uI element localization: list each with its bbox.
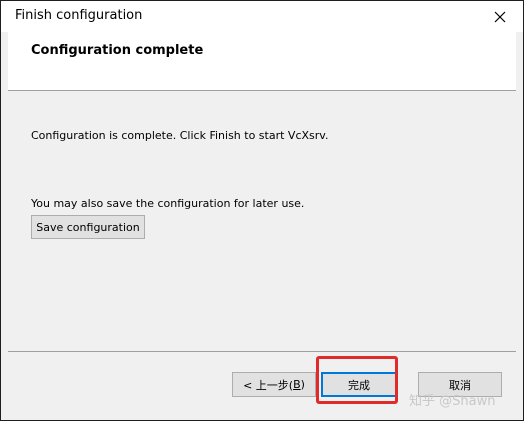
- save-hint-message: You may also save the configuration for …: [31, 197, 305, 210]
- close-icon: [494, 11, 506, 22]
- page-title: Configuration complete: [31, 43, 204, 58]
- window-title: Finish configuration: [15, 8, 143, 23]
- finish-configuration-dialog: Finish configuration Configuration compl…: [0, 0, 524, 421]
- right-frame: [516, 32, 523, 420]
- watermark: 知乎 @Shawn: [409, 394, 496, 409]
- back-label-suffix: ): [300, 378, 305, 391]
- back-button[interactable]: < 上一步(B): [232, 372, 316, 397]
- wizard-footer: < 上一步(B) 完成 取消: [8, 352, 516, 420]
- back-label-prefix: < 上一步(: [243, 378, 294, 392]
- title-bar: Finish configuration: [1, 1, 523, 32]
- save-configuration-button[interactable]: Save configuration: [31, 215, 145, 239]
- back-accelerator: B: [293, 378, 301, 391]
- wizard-content: Configuration is complete. Click Finish …: [8, 90, 516, 352]
- close-button[interactable]: [477, 1, 523, 32]
- finish-button[interactable]: 完成: [321, 372, 397, 397]
- completion-message: Configuration is complete. Click Finish …: [31, 129, 329, 142]
- left-frame: [1, 32, 8, 420]
- wizard-header: Configuration complete: [8, 32, 516, 89]
